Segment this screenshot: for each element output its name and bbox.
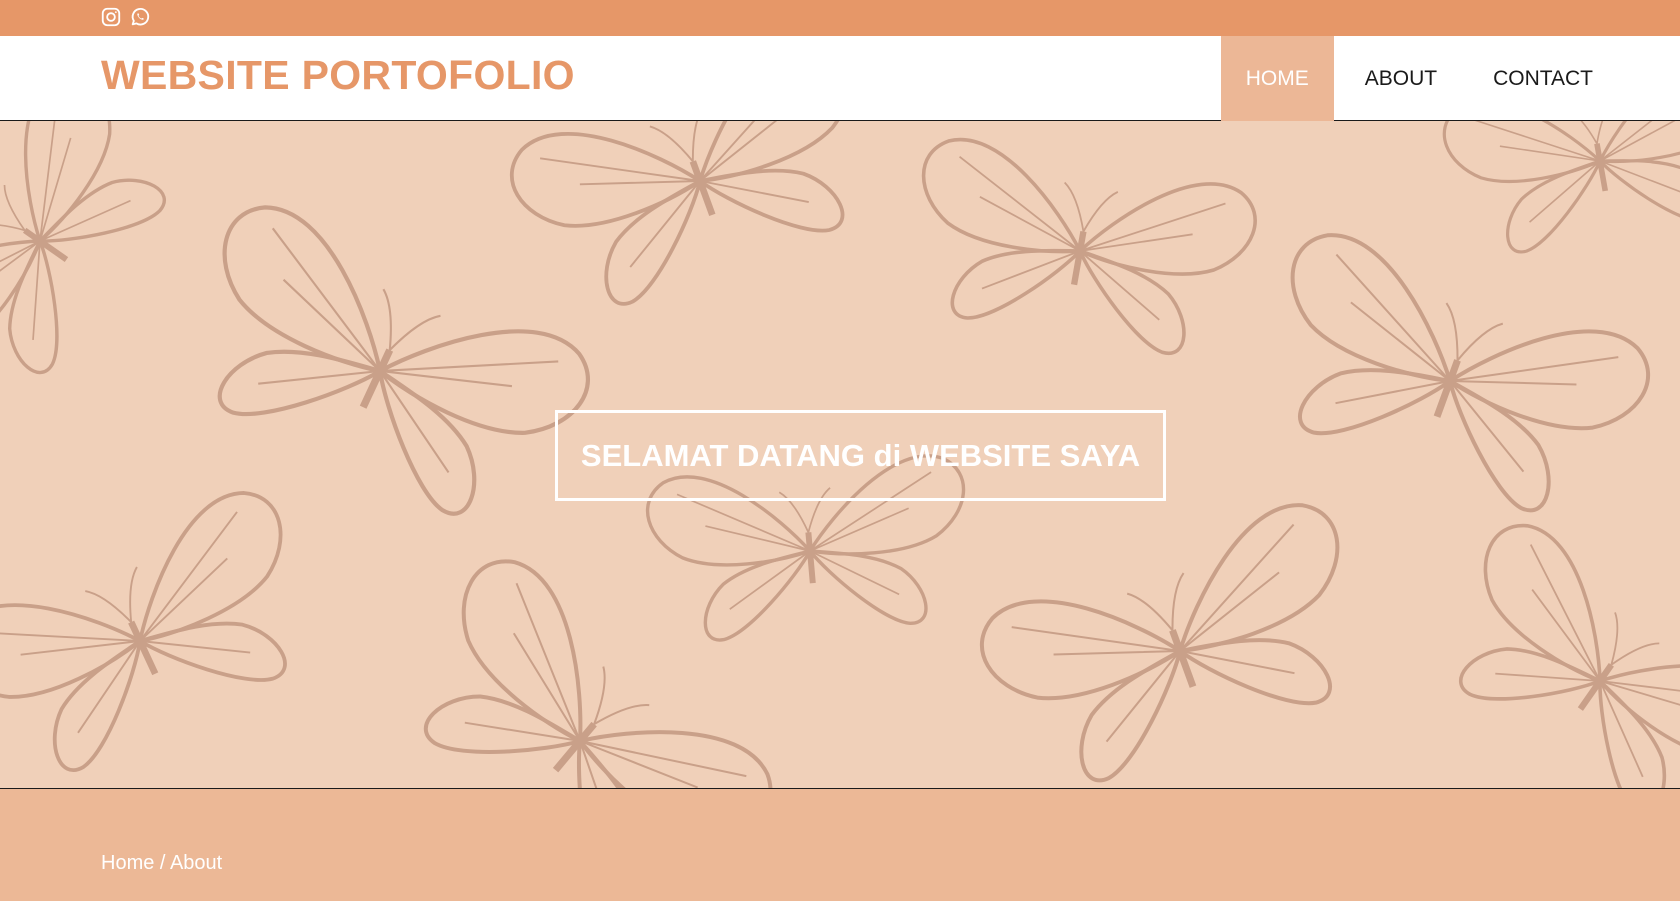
site-title[interactable]: WEBSITE PORTOFOLIO [101, 55, 575, 96]
navbar: WEBSITE PORTOFOLIO HOME ABOUT CONTACT [0, 36, 1680, 121]
whatsapp-icon[interactable] [129, 6, 151, 28]
breadcrumb-current: About [169, 852, 223, 874]
nav-item-home[interactable]: HOME [1220, 36, 1334, 121]
breadcrumb-home[interactable]: Home [101, 852, 154, 874]
nav-menu: HOME ABOUT CONTACT [1220, 36, 1618, 121]
nav-item-contact[interactable]: CONTACT [1468, 36, 1618, 121]
welcome-title: SELAMAT DATANG di WEBSITE SAYA [580, 437, 1141, 473]
top-bar [0, 0, 1680, 36]
breadcrumb-section: Home / About [0, 789, 1680, 901]
breadcrumb: Home / About [101, 852, 222, 875]
breadcrumb-separator: / [154, 852, 170, 874]
hero-banner: SELAMAT DATANG di WEBSITE SAYA [0, 121, 1680, 789]
welcome-box: SELAMAT DATANG di WEBSITE SAYA [555, 410, 1166, 501]
instagram-icon[interactable] [100, 6, 122, 28]
nav-item-about[interactable]: ABOUT [1340, 36, 1462, 121]
